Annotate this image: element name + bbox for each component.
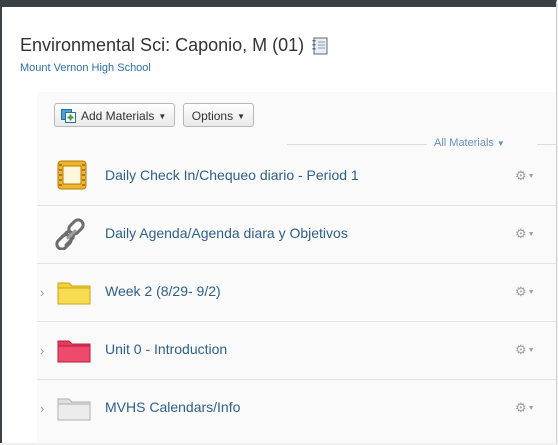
materials-panel: Add Materials ▼ Options ▼ All Materials ▼: [37, 92, 556, 443]
divider: [287, 144, 427, 145]
list-item[interactable]: Daily Check In/Chequeo diario - Period 1…: [37, 148, 556, 206]
item-title[interactable]: MVHS Calendars/Info: [105, 399, 240, 415]
folder-icon: [57, 395, 91, 426]
list-item[interactable]: Daily Agenda/Agenda diara y Objetivos ⚙▼: [37, 206, 556, 264]
divider: [537, 144, 556, 145]
materials-list: Daily Check In/Chequeo diario - Period 1…: [37, 148, 556, 437]
chevron-right-icon[interactable]: ›: [40, 285, 50, 300]
gear-icon[interactable]: ⚙▼: [515, 226, 535, 242]
chevron-down-icon: ▼: [496, 139, 505, 148]
list-item[interactable]: › MVHS Calendars/Info ⚙▼: [37, 380, 556, 437]
notebook-icon[interactable]: [312, 37, 328, 55]
school-link[interactable]: Mount Vernon High School: [20, 62, 328, 74]
chevron-right-icon[interactable]: ›: [40, 343, 50, 358]
add-materials-button[interactable]: Add Materials ▼: [54, 103, 176, 127]
chevron-right-icon[interactable]: ›: [40, 401, 50, 416]
item-title[interactable]: Week 2 (8/29- 9/2): [105, 283, 221, 299]
course-page: Environmental Sci: Caponio, M (01) Mount…: [0, 0, 557, 443]
gear-icon[interactable]: ⚙▼: [515, 168, 535, 184]
item-title[interactable]: Unit 0 - Introduction: [105, 341, 227, 357]
options-button[interactable]: Options ▼: [182, 103, 255, 127]
options-label: Options: [191, 109, 234, 123]
item-title[interactable]: Daily Check In/Chequeo diario - Period 1: [105, 167, 359, 183]
folder-icon: [57, 337, 91, 368]
top-bar: [2, 2, 556, 7]
assignment-icon: [57, 160, 87, 195]
link-icon: [55, 216, 89, 255]
materials-toolbar: Add Materials ▼ Options ▼: [54, 103, 257, 127]
course-header: Environmental Sci: Caponio, M (01) Mount…: [20, 35, 328, 74]
add-materials-icon: [61, 109, 76, 123]
list-item[interactable]: › Week 2 (8/29- 9/2) ⚙▼: [37, 264, 556, 322]
gear-icon[interactable]: ⚙▼: [515, 400, 535, 416]
folder-icon: [57, 279, 91, 310]
chevron-down-icon: ▼: [237, 112, 246, 121]
item-title[interactable]: Daily Agenda/Agenda diara y Objetivos: [105, 225, 348, 241]
add-materials-label: Add Materials: [81, 109, 155, 123]
gear-icon[interactable]: ⚙▼: [515, 284, 535, 300]
list-item[interactable]: › Unit 0 - Introduction ⚙▼: [37, 322, 556, 380]
gear-icon[interactable]: ⚙▼: [515, 342, 535, 358]
chevron-down-icon: ▼: [158, 112, 167, 121]
course-title: Environmental Sci: Caponio, M (01): [20, 35, 305, 55]
